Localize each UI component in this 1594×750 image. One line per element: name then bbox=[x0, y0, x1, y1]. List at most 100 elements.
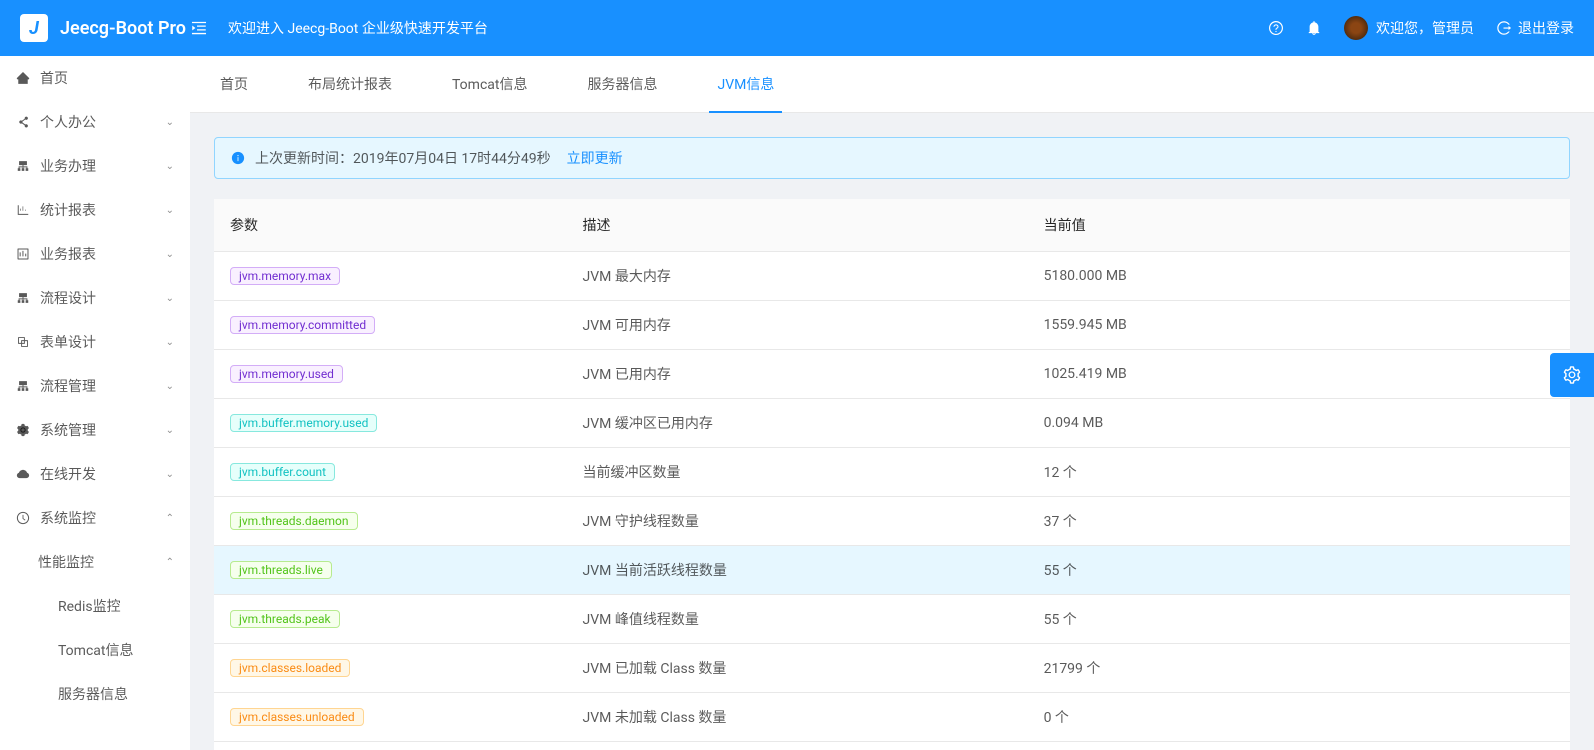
alert-info: 上次更新时间：2019年07月04日 17时44分49秒 立即更新 bbox=[214, 137, 1570, 179]
cell-desc: JVM 未加载 Class 数量 bbox=[567, 693, 1028, 742]
param-tag: jvm.buffer.count bbox=[230, 463, 335, 481]
sidebar-item[interactable]: 统计报表⌄ bbox=[0, 188, 190, 232]
chevron-up-icon: ⌃ bbox=[166, 513, 174, 524]
avatar bbox=[1344, 16, 1368, 40]
jvm-table: 参数 描述 当前值 jvm.memory.max JVM 最大内存5180.000… bbox=[214, 199, 1570, 750]
settings-drawer-trigger[interactable] bbox=[1550, 353, 1594, 397]
param-tag: jvm.threads.daemon bbox=[230, 512, 358, 530]
table-row[interactable]: jvm.memory.max JVM 最大内存5180.000 MB bbox=[214, 252, 1570, 301]
param-tag: jvm.memory.committed bbox=[230, 316, 375, 334]
table-row[interactable]: jvm.gc.memory.allocatedGC 时, 年轻代分配的内存空间3… bbox=[214, 742, 1570, 750]
th-desc: 描述 bbox=[567, 199, 1028, 252]
chevron-down-icon: ⌄ bbox=[166, 381, 174, 392]
sidebar-item[interactable]: 业务报表⌄ bbox=[0, 232, 190, 276]
chevron-down-icon: ⌄ bbox=[166, 293, 174, 304]
sidebar-item[interactable]: 个人办公⌄ bbox=[0, 100, 190, 144]
param-tag: jvm.buffer.memory.used bbox=[230, 414, 377, 432]
sidebar-item[interactable]: 业务办理⌄ bbox=[0, 144, 190, 188]
cell-desc: JVM 已加载 Class 数量 bbox=[567, 644, 1028, 693]
table-row[interactable]: jvm.classes.loaded JVM 已加载 Class 数量21799 … bbox=[214, 644, 1570, 693]
sidebar-item[interactable]: 表单设计⌄ bbox=[0, 320, 190, 364]
help-icon[interactable] bbox=[1268, 20, 1284, 36]
cell-value: 37 个 bbox=[1028, 497, 1570, 546]
tabs-bar: 首页 布局统计报表 Tomcat信息 服务器信息 JVM信息 bbox=[190, 56, 1594, 113]
cell-desc: JVM 已用内存 bbox=[567, 350, 1028, 399]
chevron-down-icon: ⌄ bbox=[166, 161, 174, 172]
logout-icon bbox=[1496, 20, 1512, 36]
sidebar-item-label: 服务器信息 bbox=[58, 684, 174, 704]
sidebar-item-label: 业务报表 bbox=[40, 244, 166, 264]
sidebar-item-label: 流程管理 bbox=[40, 376, 166, 396]
cell-desc: JVM 当前活跃线程数量 bbox=[567, 546, 1028, 595]
cell-desc: JVM 峰值线程数量 bbox=[567, 595, 1028, 644]
logo-icon: J bbox=[20, 14, 48, 42]
sidebar-subitem[interactable]: Tomcat信息 bbox=[0, 628, 190, 672]
sidebar-subitem[interactable]: Redis监控 bbox=[0, 584, 190, 628]
sidebar-item-label: Tomcat信息 bbox=[58, 640, 174, 660]
cell-value: 55 个 bbox=[1028, 546, 1570, 595]
sidebar-item[interactable]: 系统监控⌃ bbox=[0, 496, 190, 540]
table-row[interactable]: jvm.threads.peakJVM 峰值线程数量55 个 bbox=[214, 595, 1570, 644]
share-icon bbox=[16, 115, 30, 129]
menu-fold-icon[interactable] bbox=[190, 19, 208, 37]
param-tag: jvm.threads.live bbox=[230, 561, 332, 579]
update-now-link[interactable]: 立即更新 bbox=[567, 148, 623, 168]
cell-desc: JVM 可用内存 bbox=[567, 301, 1028, 350]
th-value: 当前值 bbox=[1028, 199, 1570, 252]
dashboard-icon bbox=[16, 511, 30, 525]
logo[interactable]: J Jeecg-Boot Pro bbox=[20, 14, 190, 42]
table-row[interactable]: jvm.threads.daemonJVM 守护线程数量37 个 bbox=[214, 497, 1570, 546]
table-row[interactable]: jvm.buffer.count当前缓冲区数量12 个 bbox=[214, 448, 1570, 497]
sidebar-subitem[interactable]: 性能监控⌃ bbox=[0, 540, 190, 584]
sidebar-item[interactable]: 系统管理⌄ bbox=[0, 408, 190, 452]
control-icon bbox=[16, 247, 30, 261]
tab[interactable]: 首页 bbox=[220, 56, 248, 112]
sidebar-item[interactable]: 流程设计⌄ bbox=[0, 276, 190, 320]
welcome-text: 欢迎进入 Jeecg-Boot 企业级快速开发平台 bbox=[228, 18, 488, 38]
cell-value: 55 个 bbox=[1028, 595, 1570, 644]
gear-icon bbox=[1562, 365, 1582, 385]
logout-button[interactable]: 退出登录 bbox=[1496, 18, 1574, 38]
sidebar-item-label: 系统监控 bbox=[40, 508, 166, 528]
cell-desc: JVM 最大内存 bbox=[567, 252, 1028, 301]
app-header: J Jeecg-Boot Pro 欢迎进入 Jeecg-Boot 企业级快速开发… bbox=[0, 0, 1594, 56]
th-param: 参数 bbox=[214, 199, 567, 252]
tab[interactable]: Tomcat信息 bbox=[452, 56, 527, 112]
home-icon bbox=[16, 71, 30, 85]
tab[interactable]: 布局统计报表 bbox=[308, 56, 392, 112]
table-row[interactable]: jvm.buffer.memory.usedJVM 缓冲区已用内存0.094 M… bbox=[214, 399, 1570, 448]
cell-value: 0 个 bbox=[1028, 693, 1570, 742]
sidebar-item-label: 首页 bbox=[40, 68, 174, 88]
bell-icon[interactable] bbox=[1306, 20, 1322, 36]
sidebar-item-label: 表单设计 bbox=[40, 332, 166, 352]
sidebar-subitem[interactable]: 服务器信息 bbox=[0, 672, 190, 716]
table-row[interactable]: jvm.classes.unloaded JVM 未加载 Class 数量0 个 bbox=[214, 693, 1570, 742]
param-tag: jvm.memory.max bbox=[230, 267, 340, 285]
tab[interactable]: JVM信息 bbox=[717, 56, 774, 112]
chevron-down-icon: ⌄ bbox=[166, 425, 174, 436]
info-icon bbox=[231, 151, 245, 165]
table-row[interactable]: jvm.memory.usedJVM 已用内存1025.419 MB bbox=[214, 350, 1570, 399]
sidebar-item[interactable]: 在线开发⌄ bbox=[0, 452, 190, 496]
param-tag: jvm.classes.loaded bbox=[230, 659, 350, 677]
sidebar-item[interactable]: 流程管理⌄ bbox=[0, 364, 190, 408]
cell-value: 5180.000 MB bbox=[1028, 252, 1570, 301]
barchart-icon bbox=[16, 203, 30, 217]
cell-desc: GC 时, 年轻代分配的内存空间 bbox=[567, 742, 1028, 750]
param-tag: jvm.classes.unloaded bbox=[230, 708, 364, 726]
user-menu[interactable]: 欢迎您，管理员 bbox=[1344, 16, 1474, 40]
tab[interactable]: 服务器信息 bbox=[587, 56, 657, 112]
sidebar-item-label: 流程设计 bbox=[40, 288, 166, 308]
sidebar-item[interactable]: 首页 bbox=[0, 56, 190, 100]
cell-value: 21799 个 bbox=[1028, 644, 1570, 693]
sidebar: 首页个人办公⌄业务办理⌄统计报表⌄业务报表⌄流程设计⌄表单设计⌄流程管理⌄系统管… bbox=[0, 56, 190, 750]
cell-value: 1559.945 MB bbox=[1028, 301, 1570, 350]
table-row[interactable]: jvm.threads.live JVM 当前活跃线程数量55 个 bbox=[214, 546, 1570, 595]
sidebar-item-label: 系统管理 bbox=[40, 420, 166, 440]
setting-icon bbox=[16, 423, 30, 437]
chevron-down-icon: ⌄ bbox=[166, 205, 174, 216]
table-row[interactable]: jvm.memory.committed JVM 可用内存1559.945 MB bbox=[214, 301, 1570, 350]
deployment-icon bbox=[16, 291, 30, 305]
header-right: 欢迎您，管理员 退出登录 bbox=[1268, 16, 1574, 40]
cell-value: 1025.419 MB bbox=[1028, 350, 1570, 399]
